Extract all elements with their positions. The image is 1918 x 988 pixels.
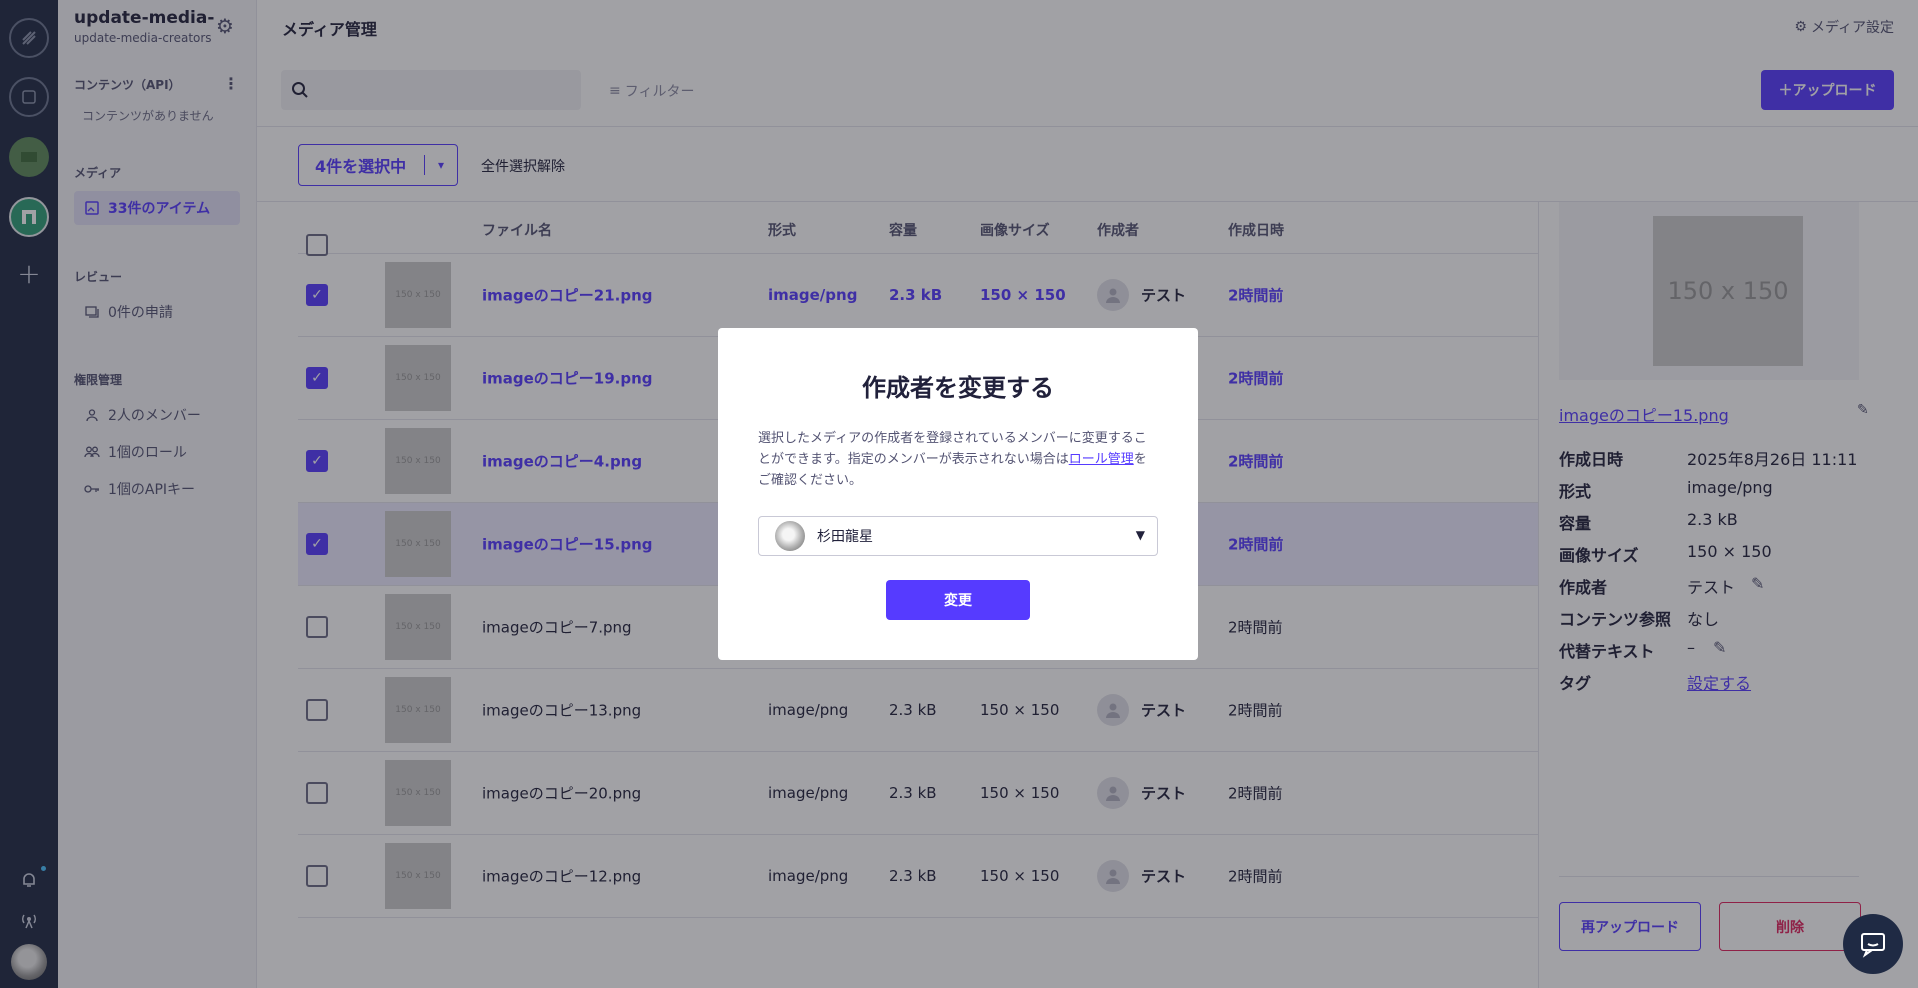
member-avatar bbox=[775, 521, 805, 551]
modal-description: 選択したメディアの作成者を登録されているメンバーに変更することができます。指定の… bbox=[758, 428, 1158, 491]
chat-icon bbox=[1861, 933, 1885, 958]
modal-title: 作成者を変更する bbox=[862, 374, 1054, 402]
change-author-modal: 作成者を変更する 選択したメディアの作成者を登録されているメンバーに変更すること… bbox=[718, 328, 1198, 660]
member-select[interactable]: 杉田龍星 ▼ bbox=[758, 516, 1158, 556]
selected-member-name: 杉田龍星 bbox=[817, 529, 873, 545]
chat-support-button[interactable] bbox=[1843, 914, 1903, 974]
role-management-link[interactable]: ロール管理 bbox=[1069, 452, 1134, 467]
change-submit-button[interactable]: 変更 bbox=[886, 580, 1030, 620]
chevron-down-icon: ▼ bbox=[1135, 528, 1145, 542]
